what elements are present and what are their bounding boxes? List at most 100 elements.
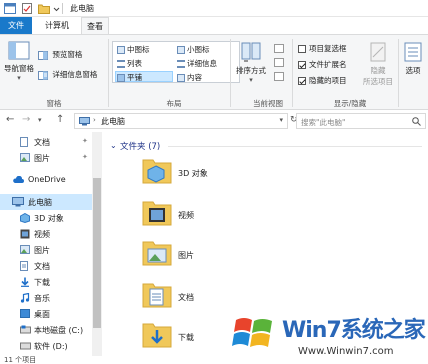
hidden-items-checkbox[interactable] bbox=[298, 77, 306, 85]
nav-item-documents[interactable]: 文档 bbox=[0, 258, 92, 274]
options-icon bbox=[404, 42, 422, 62]
search-input[interactable]: 搜索"此电脑" bbox=[301, 117, 345, 128]
folder-item-3d-objects[interactable]: 3D 对象 bbox=[142, 156, 342, 192]
nav-item-drive-d[interactable]: 软件 (D:) bbox=[0, 338, 92, 354]
tab-computer[interactable]: 计算机 bbox=[37, 17, 77, 34]
recent-dropdown-icon[interactable]: ▾ bbox=[38, 116, 42, 124]
back-arrow-icon[interactable]: ← bbox=[6, 114, 14, 125]
drive-c-icon bbox=[20, 325, 31, 334]
up-arrow-icon[interactable]: ↑ bbox=[56, 114, 64, 125]
show-hide-group-label: 显示/隐藏 bbox=[333, 99, 367, 108]
window-title: 此电脑 bbox=[70, 4, 94, 13]
pictures-folder-icon bbox=[142, 241, 172, 266]
nav-item-videos[interactable]: 视频 bbox=[0, 226, 92, 242]
nav-item-downloads[interactable]: 下载 bbox=[0, 274, 92, 290]
properties-icon[interactable] bbox=[22, 3, 32, 14]
search-box[interactable]: 搜索"此电脑" bbox=[296, 113, 426, 129]
layout-content[interactable]: 内容 bbox=[177, 72, 202, 83]
nav-item-label: 图片 bbox=[34, 246, 50, 255]
item-checkboxes-checkbox[interactable] bbox=[298, 45, 306, 53]
options-button[interactable]: 选项 bbox=[400, 41, 426, 76]
nav-item-label: 音乐 bbox=[34, 294, 50, 303]
hidden-items-toggle[interactable]: 隐藏的项目 bbox=[298, 75, 347, 86]
layout-small-icons[interactable]: 小图标 bbox=[177, 44, 210, 55]
sort-by-button[interactable]: 排序方式 ▾ bbox=[232, 41, 270, 84]
pane-group-label: 窗格 bbox=[46, 99, 62, 108]
nav-item-3d-objects[interactable]: 3D 对象 bbox=[0, 210, 92, 226]
layout-details-label: 详细信息 bbox=[187, 59, 217, 68]
content-icon bbox=[177, 74, 185, 82]
title-bar: 此电脑 bbox=[0, 0, 428, 17]
folder-label: 下载 bbox=[178, 333, 194, 342]
folders-group-header[interactable]: 文件夹 (7) bbox=[120, 140, 160, 152]
preview-pane-button[interactable]: 预览窗格 bbox=[38, 49, 82, 60]
nav-pane-icon bbox=[8, 41, 30, 60]
pin-icon[interactable]: ✦ bbox=[82, 153, 88, 161]
folder-item-pictures[interactable]: 图片 bbox=[142, 238, 342, 274]
breadcrumb-this-pc[interactable]: 此电脑 bbox=[101, 116, 125, 127]
ribbon-separator bbox=[230, 39, 231, 107]
new-folder-icon[interactable] bbox=[38, 3, 50, 14]
file-extensions-checkbox[interactable] bbox=[298, 61, 306, 69]
layout-list[interactable]: 列表 bbox=[117, 58, 142, 69]
document-icon bbox=[20, 137, 28, 147]
layout-medium-icons[interactable]: 中图标 bbox=[117, 44, 150, 55]
nav-item-onedrive[interactable]: OneDrive bbox=[0, 172, 92, 188]
nav-item-music[interactable]: 音乐 bbox=[0, 290, 92, 306]
nav-item-this-pc[interactable]: 此电脑 bbox=[0, 194, 92, 210]
quick-access-dropdown-icon[interactable] bbox=[53, 3, 60, 14]
address-bar[interactable]: › 此电脑 ▾ bbox=[74, 113, 288, 129]
window-icon[interactable] bbox=[4, 3, 16, 14]
nav-item-label: 此电脑 bbox=[28, 198, 52, 207]
nav-pane-button[interactable]: 导航窗格 ▾ bbox=[2, 41, 36, 82]
folder-item-videos[interactable]: 视频 bbox=[142, 198, 342, 234]
item-checkboxes-label: 项目复选框 bbox=[309, 44, 347, 53]
nav-item-pictures-quick[interactable]: 图片 ✦ bbox=[0, 150, 92, 166]
nav-item-label: 3D 对象 bbox=[34, 214, 64, 223]
folder-label: 文档 bbox=[178, 293, 194, 302]
videos-folder-icon bbox=[142, 201, 172, 226]
nav-item-label: 视频 bbox=[34, 230, 50, 239]
windows-flag-icon bbox=[232, 318, 272, 347]
folder-label: 视频 bbox=[178, 211, 194, 220]
group-header-line bbox=[168, 146, 422, 147]
group-by-button[interactable] bbox=[274, 43, 286, 53]
size-columns-icon bbox=[274, 71, 284, 81]
nav-item-label: 下载 bbox=[34, 278, 50, 287]
add-columns-icon bbox=[274, 57, 284, 67]
computer-icon bbox=[12, 197, 24, 207]
video-icon bbox=[20, 229, 30, 239]
address-dropdown-icon[interactable]: ▾ bbox=[279, 116, 283, 124]
forward-arrow-icon[interactable]: → bbox=[22, 114, 30, 125]
layout-tiles[interactable]: 平铺 bbox=[117, 72, 142, 83]
tab-view[interactable]: 查看 bbox=[81, 17, 109, 34]
breadcrumb-separator-icon[interactable]: › bbox=[93, 116, 96, 124]
hidden-items-label: 隐藏的项目 bbox=[309, 76, 347, 85]
nav-item-drive-c[interactable]: 本地磁盘 (C:) bbox=[0, 322, 92, 338]
pin-icon[interactable]: ✦ bbox=[82, 137, 88, 145]
add-columns-button[interactable] bbox=[274, 57, 286, 67]
desktop-icon bbox=[20, 309, 30, 318]
hide-selected-button[interactable]: 隐藏 所选项目 bbox=[360, 41, 396, 87]
details-icon bbox=[177, 60, 185, 68]
3d-objects-folder-icon bbox=[142, 159, 172, 184]
group-collapse-chevron-icon[interactable]: ⌄ bbox=[110, 141, 117, 150]
computer-icon bbox=[79, 117, 90, 126]
nav-pane-scrollbar-thumb[interactable] bbox=[93, 178, 101, 328]
nav-item-pictures[interactable]: 图片 bbox=[0, 242, 92, 258]
tab-file[interactable]: 文件 bbox=[0, 17, 32, 34]
size-columns-button[interactable] bbox=[274, 71, 286, 81]
nav-pane-scrollbar[interactable] bbox=[92, 132, 102, 356]
cloud-icon bbox=[13, 176, 24, 183]
documents-folder-icon bbox=[142, 283, 172, 308]
nav-item-desktop[interactable]: 桌面 bbox=[0, 306, 92, 322]
layout-details[interactable]: 详细信息 bbox=[177, 58, 217, 69]
file-extensions-toggle[interactable]: 文件扩展名 bbox=[298, 59, 347, 70]
drive-d-icon bbox=[20, 342, 31, 350]
nav-item-documents-quick[interactable]: 文档 ✦ bbox=[0, 134, 92, 150]
nav-item-label: 软件 (D:) bbox=[34, 342, 68, 351]
item-checkboxes-toggle[interactable]: 项目复选框 bbox=[298, 43, 347, 54]
watermark-url: Www.Winwin7.com bbox=[298, 346, 394, 357]
watermark-brand: Win7系统之家 bbox=[282, 318, 426, 343]
details-pane-button[interactable]: 详细信息窗格 bbox=[38, 69, 97, 80]
